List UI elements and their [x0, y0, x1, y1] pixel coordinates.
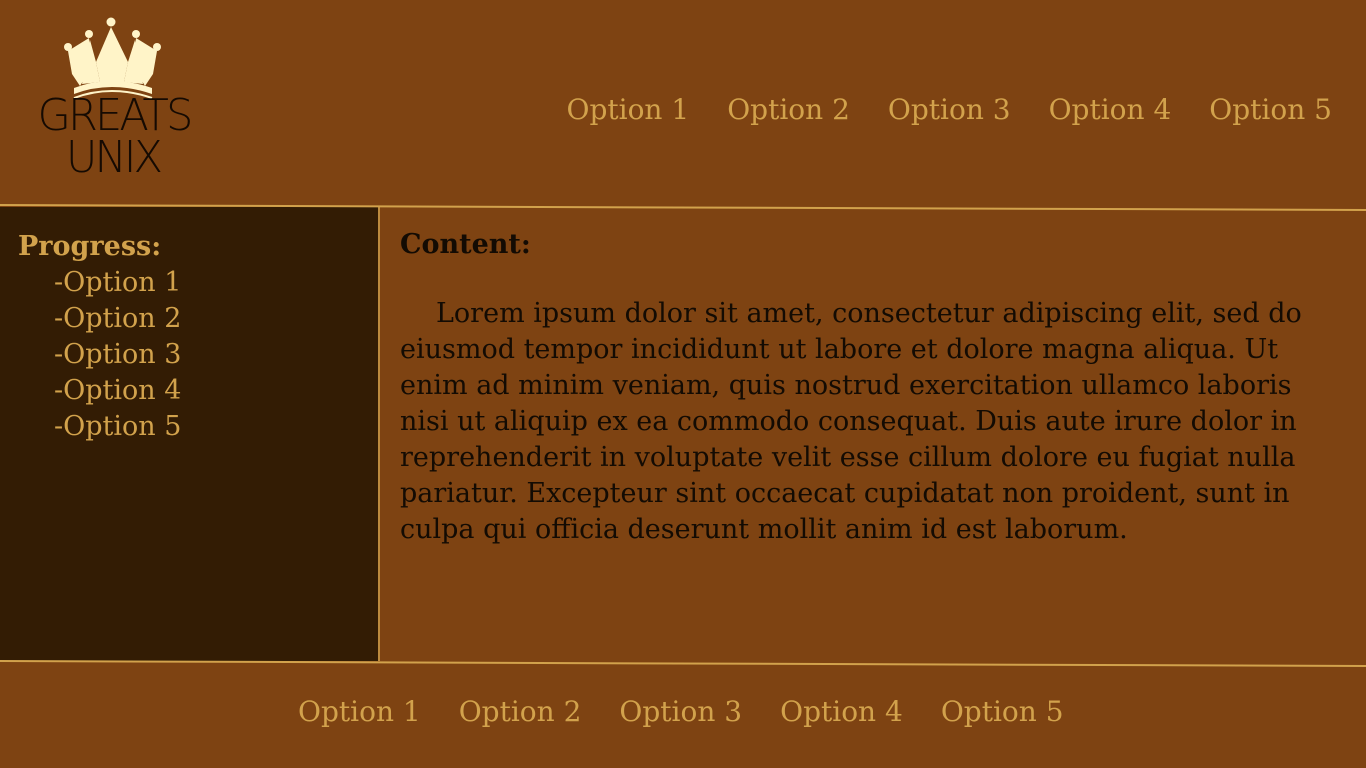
footer-nav-option-2[interactable]: Option 2 — [459, 694, 582, 730]
logo-text-line2: UNIX — [65, 132, 163, 183]
footer-nav-option-4[interactable]: Option 4 — [780, 694, 903, 730]
main-content: Content: Lorem ipsum dolor sit amet, con… — [400, 224, 1320, 548]
footer-nav-option-5[interactable]: Option 5 — [941, 694, 1064, 730]
site-logo[interactable]: GREATS UNIX — [36, 14, 193, 183]
content-title: Content: — [400, 229, 531, 260]
sidebar-item-option-3[interactable]: -Option 3 — [54, 337, 181, 373]
top-nav-option-2[interactable]: Option 2 — [727, 92, 850, 128]
top-nav-option-4[interactable]: Option 4 — [1049, 92, 1172, 128]
footer-nav-option-1[interactable]: Option 1 — [298, 694, 421, 730]
sidebar-item-option-1[interactable]: -Option 1 — [54, 265, 181, 301]
sidebar-item-option-4[interactable]: -Option 4 — [54, 373, 181, 409]
crown-icon — [64, 17, 161, 99]
progress-sidebar: Progress: -Option 1 -Option 2 -Option 3 … — [0, 207, 378, 661]
sidebar-item-option-2[interactable]: -Option 2 — [54, 301, 181, 337]
sidebar-item-option-5[interactable]: -Option 5 — [54, 409, 181, 445]
sidebar-list: -Option 1 -Option 2 -Option 3 -Option 4 … — [54, 265, 181, 445]
footer-nav: Option 1 Option 2 Option 3 Option 4 Opti… — [298, 694, 1064, 730]
top-nav: Option 1 Option 2 Option 3 Option 4 Opti… — [566, 92, 1332, 128]
site-header: GREATS UNIX Option 1 Option 2 Option 3 O… — [0, 0, 1366, 206]
content-body: Lorem ipsum dolor sit amet, consectetur … — [400, 298, 1302, 545]
top-nav-option-1[interactable]: Option 1 — [566, 92, 689, 128]
top-nav-option-5[interactable]: Option 5 — [1209, 92, 1332, 128]
top-nav-option-3[interactable]: Option 3 — [888, 92, 1011, 128]
footer-nav-option-3[interactable]: Option 3 — [619, 694, 742, 730]
footer-divider — [0, 660, 1366, 667]
sidebar-title: Progress: — [18, 231, 162, 262]
